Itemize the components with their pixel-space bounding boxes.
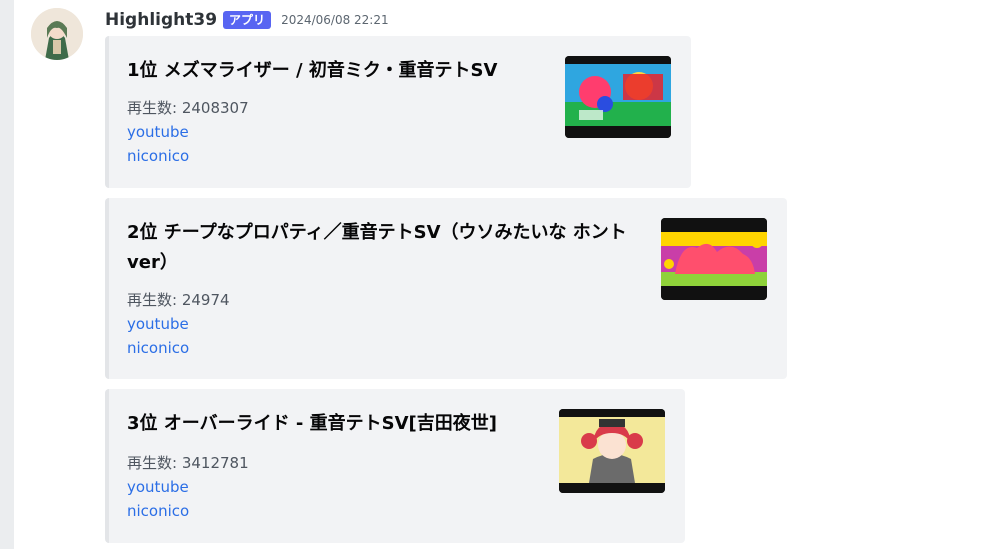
- play-count: 再生数: 2408307: [127, 99, 249, 117]
- embed-title: 3位 オーバーライド - 重音テトSV[吉田夜世]: [127, 413, 497, 434]
- timestamp[interactable]: 2024/06/08 22:21: [281, 13, 389, 27]
- embed-card: 1位 メズマライザー / 初音ミク・重音テトSV 再生数: 2408307 yo…: [105, 36, 691, 188]
- play-count: 再生数: 3412781: [127, 454, 249, 472]
- embed-card: 3位 オーバーライド - 重音テトSV[吉田夜世] 再生数: 3412781 y…: [105, 389, 685, 543]
- youtube-link[interactable]: youtube: [127, 475, 189, 499]
- niconico-link[interactable]: niconico: [127, 336, 189, 360]
- niconico-link[interactable]: niconico: [127, 144, 189, 168]
- username[interactable]: Highlight39: [105, 10, 217, 30]
- niconico-link[interactable]: niconico: [127, 499, 189, 523]
- app-badge: アプリ: [223, 11, 272, 29]
- youtube-link[interactable]: youtube: [127, 120, 189, 144]
- youtube-link[interactable]: youtube: [127, 312, 189, 336]
- message-header: Highlight39 アプリ 2024/06/08 22:21: [105, 8, 389, 32]
- embed-card: 2位 チープなプロパティ／重音テトSV（ウソみたいな ホントver） 再生数: …: [105, 198, 787, 379]
- embed-title: 1位 メズマライザー / 初音ミク・重音テトSV: [127, 60, 498, 81]
- left-rail: [0, 0, 14, 549]
- play-count: 再生数: 24974: [127, 291, 230, 309]
- embed-title: 2位 チープなプロパティ／重音テトSV（ウソみたいな ホントver）: [127, 222, 627, 273]
- video-thumbnail[interactable]: [661, 218, 767, 300]
- user-avatar[interactable]: [31, 8, 83, 60]
- video-thumbnail[interactable]: [565, 56, 671, 138]
- video-thumbnail[interactable]: [559, 409, 665, 493]
